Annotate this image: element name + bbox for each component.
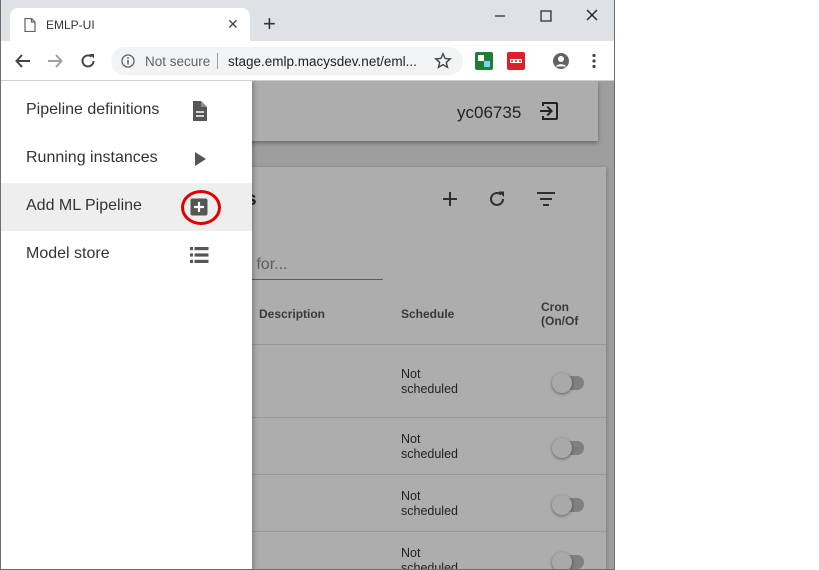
highlight-annotation xyxy=(181,190,221,225)
browser-window: EMLP-UI ✕ + Not secure stage.emlp.macysd… xyxy=(0,0,615,570)
nav-item-label: Add ML Pipeline xyxy=(26,197,142,214)
page-content: yc06735 s Description Schedule xyxy=(1,81,614,569)
nav-item-running-instances[interactable]: Running instances xyxy=(1,135,252,183)
minimize-icon[interactable] xyxy=(489,6,511,26)
new-tab-button[interactable]: + xyxy=(263,13,276,35)
play-icon xyxy=(195,152,206,166)
maximize-icon[interactable] xyxy=(535,6,557,26)
menu-kebab-icon[interactable] xyxy=(585,52,603,70)
nav-drawer: Pipeline definitions Running instances A… xyxy=(1,81,252,569)
bookmark-star-icon[interactable] xyxy=(434,52,452,70)
back-icon[interactable] xyxy=(14,52,32,70)
tab-close-icon[interactable]: ✕ xyxy=(227,17,239,31)
browser-toolbar: Not secure stage.emlp.macysdev.net/eml..… xyxy=(1,41,614,81)
address-bar[interactable]: Not secure stage.emlp.macysdev.net/eml..… xyxy=(111,47,463,75)
omnibox-divider xyxy=(217,53,218,69)
nav-item-model-store[interactable]: Model store xyxy=(1,231,252,279)
info-icon[interactable] xyxy=(121,54,135,68)
url-text[interactable]: stage.emlp.macysdev.net/eml... xyxy=(228,54,428,69)
nav-item-label: Running instances xyxy=(26,149,158,166)
extension-red-icon[interactable] xyxy=(507,52,525,70)
tab-title: EMLP-UI xyxy=(46,18,95,32)
list-icon xyxy=(190,247,209,263)
profile-icon[interactable] xyxy=(552,52,570,70)
page-icon xyxy=(24,18,36,32)
security-label: Not secure xyxy=(145,54,211,69)
forward-icon[interactable] xyxy=(46,52,64,70)
reload-icon[interactable] xyxy=(79,52,97,70)
extension-green-icon[interactable] xyxy=(475,52,493,70)
tab-strip: EMLP-UI ✕ + xyxy=(1,0,614,41)
nav-item-label: Pipeline definitions xyxy=(26,101,160,118)
document-icon xyxy=(193,101,207,121)
nav-item-label: Model store xyxy=(26,245,110,262)
close-icon[interactable] xyxy=(581,6,603,26)
nav-item-pipeline-definitions[interactable]: Pipeline definitions xyxy=(1,87,252,135)
browser-tab[interactable]: EMLP-UI ✕ xyxy=(10,8,250,41)
